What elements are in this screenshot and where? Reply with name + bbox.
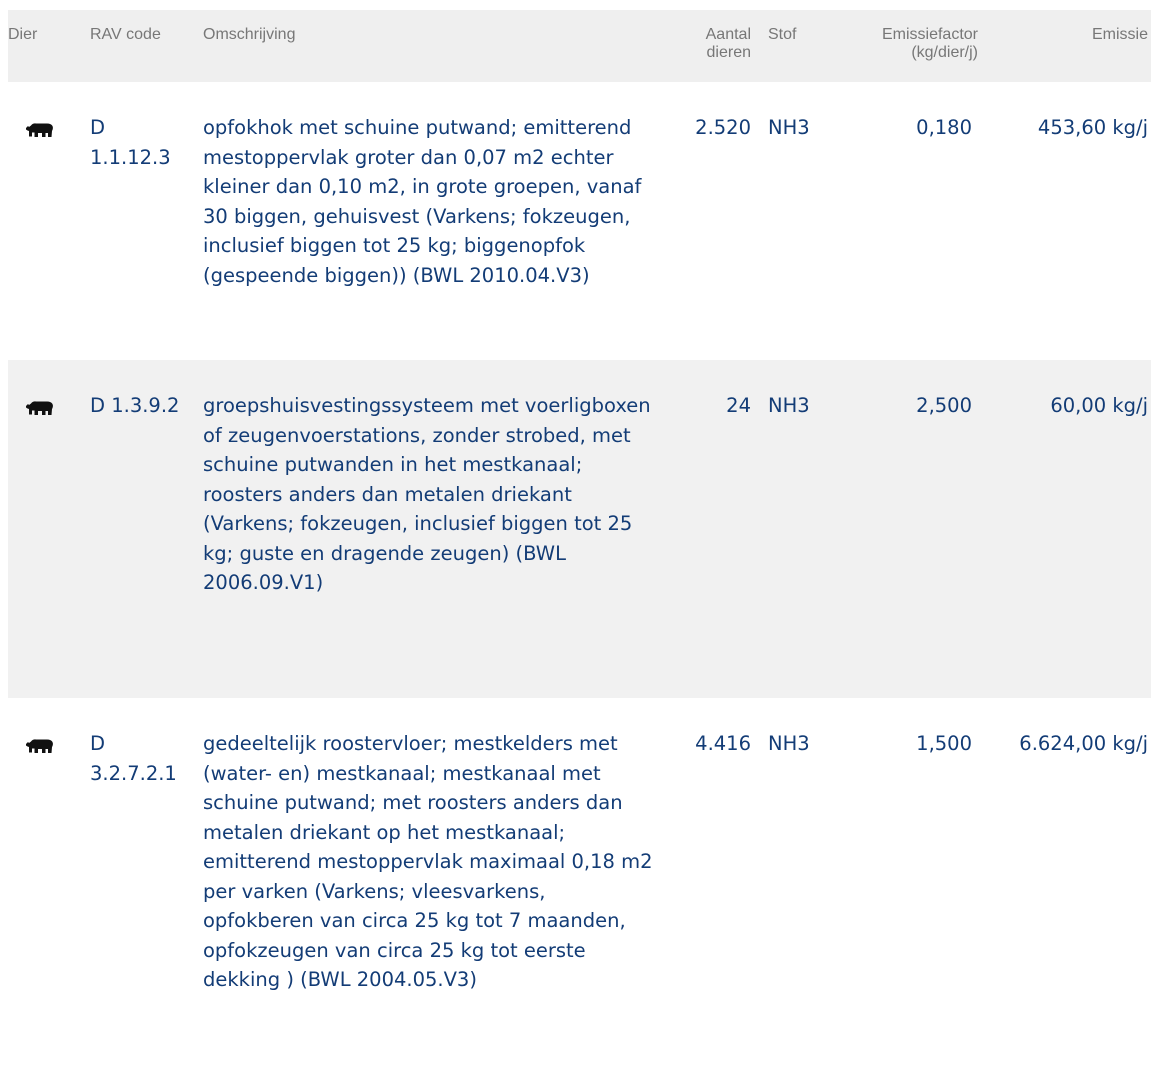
emissiefactor: 2,500 [916, 394, 972, 417]
stof: NH3 [768, 116, 810, 139]
table-header: Dier RAV code Omschrijving Aantal dieren… [8, 10, 1151, 82]
header-stof: Stof [768, 26, 797, 43]
pig-icon [24, 736, 54, 756]
emissiefactor: 0,180 [916, 116, 972, 139]
header-aantal-line1: Aantal [705, 26, 751, 43]
table-row: D 3.2.7.2.1 gedeeltelijk roostervloer; m… [8, 698, 1151, 1068]
pig-icon [24, 120, 54, 140]
rav-code: D 1.1.12.3 [90, 116, 171, 169]
rav-code: D 1.3.9.2 [90, 394, 180, 417]
header-factor-line1: Emissiefactor [881, 26, 978, 43]
aantal-dieren: 2.520 [695, 116, 751, 139]
stof: NH3 [768, 732, 810, 755]
aantal-dieren: 4.416 [695, 732, 751, 755]
emissiefactor: 1,500 [916, 732, 972, 755]
header-omschrijving: Omschrijving [203, 26, 296, 43]
emissie: 6.624,00 kg/j [1019, 732, 1148, 755]
emissie: 60,00 kg/j [1050, 394, 1148, 417]
aantal-dieren: 24 [726, 394, 751, 417]
header-factor-line2: (kg/dier/j) [911, 44, 978, 61]
omschrijving: opfokhok met schuine putwand; emitterend… [203, 116, 642, 287]
pig-icon [24, 398, 54, 418]
table-row: D 1.3.9.2 groepshuisvestingssysteem met … [8, 360, 1151, 698]
header-aantal: Aantal dieren [648, 26, 751, 62]
header-emissie: Emissie [1091, 26, 1148, 43]
emission-table: Dier RAV code Omschrijving Aantal dieren… [8, 10, 1151, 1068]
emissie: 453,60 kg/j [1037, 116, 1148, 139]
header-dier: Dier [8, 26, 38, 43]
header-emissiefactor: Emissiefactor (kg/dier/j) [843, 26, 978, 62]
omschrijving: groepshuisvestingssysteem met voerligbox… [203, 394, 651, 594]
header-rav-code: RAV code [90, 26, 161, 43]
stof: NH3 [768, 394, 810, 417]
table-row: D 1.1.12.3 opfokhok met schuine putwand;… [8, 82, 1151, 360]
omschrijving: gedeeltelijk roostervloer; mestkelders m… [203, 732, 653, 991]
rav-code: D 3.2.7.2.1 [90, 732, 177, 785]
header-aantal-line2: dieren [706, 44, 751, 61]
